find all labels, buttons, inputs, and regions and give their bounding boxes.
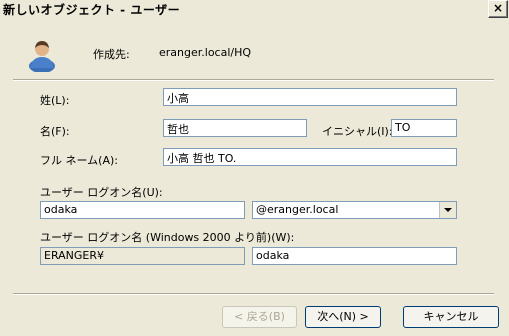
close-icon: ×	[492, 1, 504, 15]
domain-select[interactable]: @eranger.local	[252, 201, 457, 219]
user-icon	[29, 41, 55, 72]
first-name-field[interactable]: 哲也	[163, 119, 307, 137]
header-separator	[13, 79, 494, 81]
cancel-button[interactable]: キャンセル	[403, 306, 499, 328]
initials-field[interactable]: TO	[391, 119, 457, 137]
footer-separator	[13, 293, 494, 295]
created-in-value: eranger.local/HQ	[159, 46, 252, 59]
next-button[interactable]: 次へ(N) >	[305, 306, 381, 328]
pre2000-label: ユーザー ログオン名 (Windows 2000 より前)(W):	[40, 231, 295, 244]
back-button[interactable]: < 戻る(B)	[222, 306, 297, 328]
last-name-label: 姓(L):	[40, 94, 70, 107]
window-title: 新しいオブジェクト - ユーザー	[3, 3, 181, 17]
logon-name-label: ユーザー ログオン名(U):	[40, 186, 163, 199]
close-button[interactable]: ×	[488, 0, 508, 18]
full-name-field[interactable]: 小高 哲也 TO.	[163, 148, 457, 166]
full-name-label: フル ネーム(A):	[40, 154, 118, 167]
domain-select-value: @eranger.local	[256, 203, 339, 216]
initials-label: イニシャル(I):	[322, 125, 393, 138]
logon-name-field[interactable]: odaka	[40, 201, 245, 219]
new-user-dialog: 新しいオブジェクト - ユーザー × 作成先: eranger.local/HQ…	[0, 0, 509, 336]
last-name-field[interactable]: 小高	[163, 88, 457, 106]
pre2000-name-field[interactable]: odaka	[252, 247, 457, 265]
pre2000-domain-field: ERANGER¥	[40, 247, 245, 265]
created-in-label: 作成先:	[93, 48, 130, 61]
first-name-label: 名(F):	[40, 125, 70, 138]
title-bar: 新しいオブジェクト - ユーザー ×	[0, 0, 509, 18]
chevron-down-icon[interactable]	[439, 202, 456, 218]
